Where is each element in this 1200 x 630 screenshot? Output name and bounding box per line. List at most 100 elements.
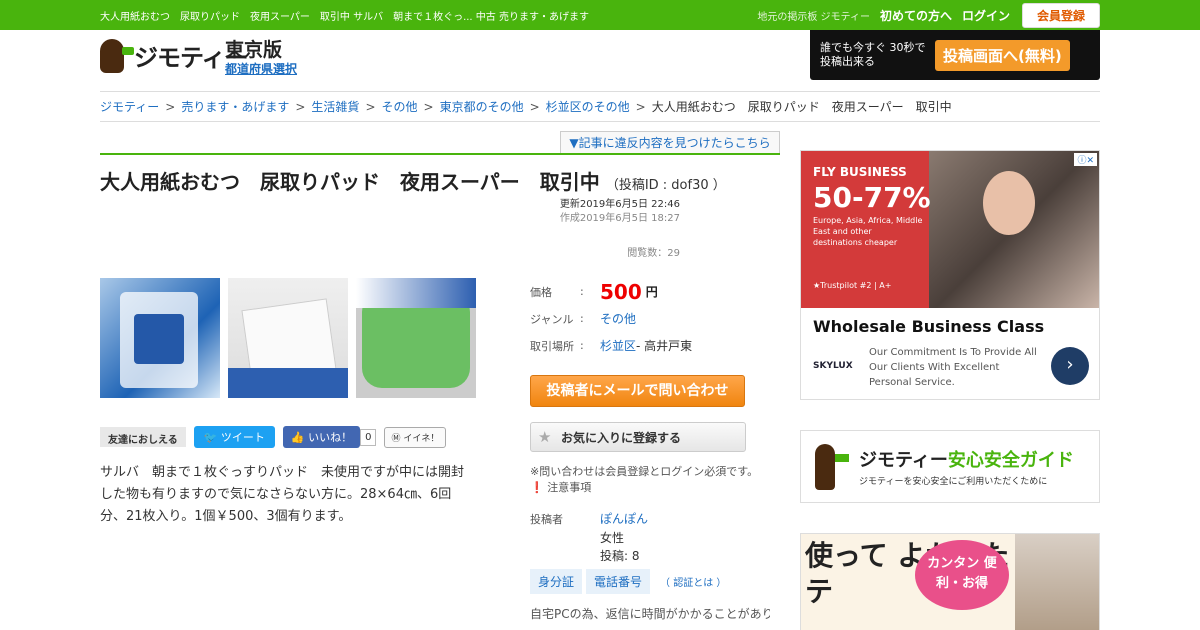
favorite-button[interactable]: ★ お気に入りに登録する — [530, 422, 746, 452]
updated-date: 更新2019年6月5日 22:46 — [559, 199, 680, 210]
verification-help-link[interactable]: （ 認証とは ） — [660, 574, 726, 589]
beginner-link[interactable]: 初めての方へ — [880, 7, 952, 24]
contact-mail-button[interactable]: 投稿者にメールで問い合わせ — [530, 375, 745, 407]
mixi-icon: Ⓜ — [391, 433, 401, 444]
breadcrumb-separator: > — [165, 99, 176, 114]
report-link[interactable]: ▼記事に違反内容を見つけたらこちら — [560, 131, 780, 153]
breadcrumb-separator: > — [529, 99, 540, 114]
promo-bubble: カンタン 便利・お得 — [915, 540, 1009, 610]
share-bar: 友達におしえる 🐦 ツイート 👍 いいね！ 0 Ⓜ イイネ！ — [100, 426, 447, 448]
breadcrumb: ジモティー > 売ります・あげます > 生活雑貨 > その他 > 東京都のその他 > 杉並… — [100, 92, 1100, 122]
site-header: ジモティー 東京版 都道府県選択 誰でも今すぐ 30秒で投稿出来る 投稿画面へ(… — [100, 30, 1100, 92]
tweet-button[interactable]: 🐦 ツイート — [193, 426, 275, 448]
ad-banner[interactable]: FLY BUSINESS 50-77% Europe, Asia, Africa… — [800, 150, 1100, 400]
iine-button[interactable]: Ⓜ イイネ！ — [384, 426, 447, 448]
adchoices-icon[interactable]: ⓘ✕ — [1074, 153, 1097, 166]
chevron-right-icon[interactable]: › — [1051, 347, 1089, 385]
like-count: 0 — [360, 428, 377, 446]
safety-guide-banner[interactable]: ジモティー安心安全ガイド ジモティーを安心安全にご利用いただくために — [800, 430, 1100, 503]
listing-title-text: 大人用紙おむつ 尿取りパッド 夜用スーパー 取引中 — [100, 170, 600, 194]
login-required-note: ※問い合わせは会員登録とログイン必須です。 — [530, 465, 759, 478]
ad-logo: SKYLUX — [813, 361, 853, 371]
top-bar-breadcrumb: 大人用紙おむつ 尿取りパッド 夜用スーパー 取引中 サルバ 朝まで１枚ぐっ...… — [100, 11, 589, 23]
price-value: 500 — [600, 279, 642, 304]
breadcrumb-separator: > — [295, 99, 306, 114]
breadcrumb-item[interactable]: 杉並区のその他 — [546, 98, 630, 115]
verification-badges: 身分証 電話番号 （ 認証とは ） — [530, 569, 726, 594]
safety-guide-brand: ジモティー — [859, 450, 948, 471]
register-button[interactable]: 会員登録 — [1021, 2, 1100, 28]
price-unit: 円 — [645, 285, 658, 299]
breadcrumb-separator: > — [635, 99, 646, 114]
phone-verified-badge: 電話番号 — [586, 569, 651, 594]
breadcrumb-item[interactable]: 東京都のその他 — [440, 98, 524, 115]
breadcrumb-separator: > — [365, 99, 376, 114]
thumbs-up-icon: 👍 — [290, 431, 305, 444]
contact-note: ※問い合わせは会員登録とログイン必須です。 ❗ 注意事項 — [530, 464, 758, 496]
photo-gallery — [100, 278, 476, 398]
promo-banner[interactable]: 使って よかった ジモテ カンタン 便利・お得 — [800, 533, 1100, 630]
post-button[interactable]: 投稿画面へ(無料) — [935, 39, 1070, 71]
price-row: 価格: 500 円 — [530, 278, 780, 305]
star-icon: ★ — [538, 428, 552, 446]
price-label: 価格 — [530, 285, 552, 299]
view-count: 閲覧数：29 — [627, 248, 680, 259]
iine-label: イイネ！ — [403, 433, 440, 444]
region: 東京版 都道府県選択 — [225, 40, 297, 77]
created-date: 作成2019年6月5日 18:27 — [559, 213, 680, 224]
info-icon: ❗ — [530, 481, 544, 494]
facebook-like-button[interactable]: 👍 いいね！ — [282, 426, 361, 448]
colon: : — [580, 312, 584, 325]
listing-title: 大人用紙おむつ 尿取りパッド 夜用スーパー 取引中 （投稿ID : dof30 ） — [100, 166, 726, 195]
site-label: 地元の掲示板 ジモティー — [757, 11, 870, 23]
ad-top: FLY BUSINESS 50-77% Europe, Asia, Africa… — [801, 151, 1099, 308]
breadcrumb-current: 大人用紙おむつ 尿取りパッド 夜用スーパー 取引中 — [651, 100, 952, 114]
favorite-label: お気に入りに登録する — [561, 430, 682, 445]
breadcrumb-item[interactable]: 売ります・あげます — [181, 98, 289, 115]
genre-link[interactable]: その他 — [600, 310, 636, 327]
photo-thumbnail[interactable] — [356, 278, 476, 398]
breadcrumb-item[interactable]: ジモティー — [100, 98, 159, 115]
notice-link[interactable]: 注意事項 — [547, 481, 591, 494]
mascot-icon — [100, 38, 134, 73]
mascot-icon — [815, 443, 849, 490]
poster-info: 投稿者 ぽんぽん 女性 投稿: 8 — [530, 510, 648, 565]
colon: : — [580, 285, 584, 298]
genre-row: ジャンル: その他 — [530, 305, 780, 332]
poster-note: 自宅PCの為、返信に時間がかかることがあります。最寄り駅は京王井の頭線高井 — [530, 607, 770, 621]
id-verified-badge: 身分証 — [530, 569, 583, 594]
safety-guide-heading: 安心安全ガイド — [947, 450, 1074, 471]
place-detail: - 高井戸東 — [636, 339, 693, 353]
listing-info: 価格: 500 円 ジャンル: その他 取引場所: 杉並区 - 高井戸東 — [530, 278, 780, 359]
ad-photo — [929, 151, 1099, 308]
ad-brand: FLY BUSINESS — [813, 165, 907, 179]
breadcrumb-separator: > — [423, 99, 434, 114]
place-label: 取引場所 — [530, 339, 574, 353]
login-link[interactable]: ログイン — [962, 7, 1010, 24]
breadcrumb-item[interactable]: 生活雑貨 — [311, 98, 359, 115]
twitter-icon: 🐦 — [203, 431, 218, 444]
tweet-label: ツイート — [220, 431, 265, 444]
poster-post-count: 投稿: 8 — [600, 549, 640, 563]
top-bar-nav: 地元の掲示板 ジモティー 初めての方へ ログイン 会員登録 — [757, 2, 1100, 28]
place-link[interactable]: 杉並区 — [600, 337, 636, 354]
genre-label: ジャンル — [530, 312, 574, 326]
ad-subtext: Europe, Asia, Africa, Middle East and ot… — [813, 216, 923, 247]
poster-name-link[interactable]: ぽんぽん — [600, 510, 648, 528]
safety-guide-title: ジモティー安心安全ガイド — [859, 446, 1074, 472]
breadcrumb-item[interactable]: その他 — [382, 98, 418, 115]
place-row: 取引場所: 杉並区 - 高井戸東 — [530, 332, 780, 359]
safety-guide-sub: ジモティーを安心安全にご利用いただくために — [859, 477, 1048, 487]
photo-thumbnail[interactable] — [228, 278, 348, 398]
share-label: 友達におしえる — [100, 427, 186, 447]
top-bar: 大人用紙おむつ 尿取りパッド 夜用スーパー 取引中 サルバ 朝まで１枚ぐっ...… — [0, 0, 1200, 30]
ad-headline: Wholesale Business Class — [813, 317, 1045, 336]
change-prefecture-link[interactable]: 都道府県選択 — [225, 62, 297, 76]
photo-thumbnail[interactable] — [100, 278, 220, 398]
colon: : — [580, 339, 584, 352]
prefecture-label: 東京版 — [225, 39, 283, 61]
post-id: （投稿ID : dof30 ） — [605, 178, 726, 193]
ad-trustpilot: ★Trustpilot #2 | A+ — [813, 281, 892, 290]
title-divider — [100, 153, 780, 155]
post-banner[interactable]: 誰でも今すぐ 30秒で投稿出来る 投稿画面へ(無料) — [810, 30, 1100, 80]
